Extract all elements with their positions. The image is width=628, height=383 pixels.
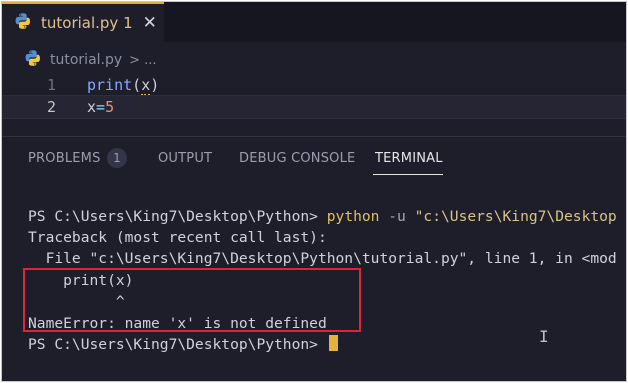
operator-token: = <box>96 98 106 116</box>
close-icon[interactable]: ✕ <box>143 14 157 32</box>
python-icon <box>14 12 32 34</box>
tab-output[interactable]: OUTPUT <box>158 151 212 166</box>
problems-count-badge: 1 <box>107 148 127 168</box>
panel-tab-bar: PROBLEMS 1 OUTPUT DEBUG CONSOLE TERMINAL <box>2 142 626 176</box>
paren-token: ) <box>150 76 160 94</box>
error-message: NameError: name 'x' is not defined <box>28 315 327 332</box>
line-number: 2 <box>46 98 56 116</box>
editor-line-current: 2 x=5 <box>2 95 626 119</box>
traceback-header: Traceback (most recent call last): <box>28 229 327 246</box>
function-token: print <box>87 76 133 94</box>
traceback-file-line: File "c:\Users\King7\Desktop\Python\tuto… <box>28 250 617 267</box>
traceback-caret-line: ^ <box>28 293 125 310</box>
terminal-argument: "c:\Users\King7\Desktop <box>414 208 617 225</box>
tab-terminal[interactable]: TERMINAL <box>375 151 443 166</box>
breadcrumb: tutorial.py > ... <box>2 46 626 74</box>
editor-tab-bar: tutorial.py 1 ✕ <box>2 2 626 42</box>
terminal-cursor <box>328 335 338 351</box>
paren-token: ( <box>132 76 142 94</box>
panel-divider <box>2 136 626 137</box>
terminal-prompt: PS C:\Users\King7\Desktop\Python> <box>28 208 318 225</box>
editor-tab-tutorial[interactable]: tutorial.py 1 ✕ <box>2 2 164 42</box>
variable-token: x <box>87 98 97 116</box>
code-text: x=5 <box>87 96 114 118</box>
terminal-command: python <box>326 208 380 225</box>
python-icon <box>24 49 42 71</box>
terminal-command-line: PS C:\Users\King7\Desktop\Python> python… <box>28 206 617 227</box>
tab-title: tutorial.py 1 <box>41 14 133 32</box>
tab-problems[interactable]: PROBLEMS <box>28 151 101 166</box>
terminal-flag: -u <box>388 208 406 225</box>
vscode-window: tutorial.py 1 ✕ tutorial.py > ... 1 prin… <box>2 2 626 381</box>
number-token: 5 <box>105 98 115 116</box>
active-tab-indicator <box>373 174 443 175</box>
terminal-output[interactable]: PS C:\Users\King7\Desktop\Python> python… <box>2 198 626 378</box>
breadcrumb-separator: > <box>129 52 141 68</box>
code-text: print(x) <box>87 74 159 96</box>
terminal-final-prompt-line: PS C:\Users\King7\Desktop\Python> <box>28 334 338 355</box>
breadcrumb-more[interactable]: ... <box>144 53 156 68</box>
line-number: 1 <box>46 76 56 94</box>
undefined-variable-token: x <box>141 76 151 96</box>
breadcrumb-file[interactable]: tutorial.py <box>50 52 122 68</box>
terminal-prompt: PS C:\Users\King7\Desktop\Python> <box>28 336 318 353</box>
code-editor[interactable]: 1 print(x) 2 x=5 <box>2 74 626 132</box>
editor-line: 1 print(x) <box>2 74 626 96</box>
text-cursor-icon: I <box>539 327 549 346</box>
traceback-code-line: print(x) <box>28 272 134 289</box>
tab-debug-console[interactable]: DEBUG CONSOLE <box>239 151 355 166</box>
